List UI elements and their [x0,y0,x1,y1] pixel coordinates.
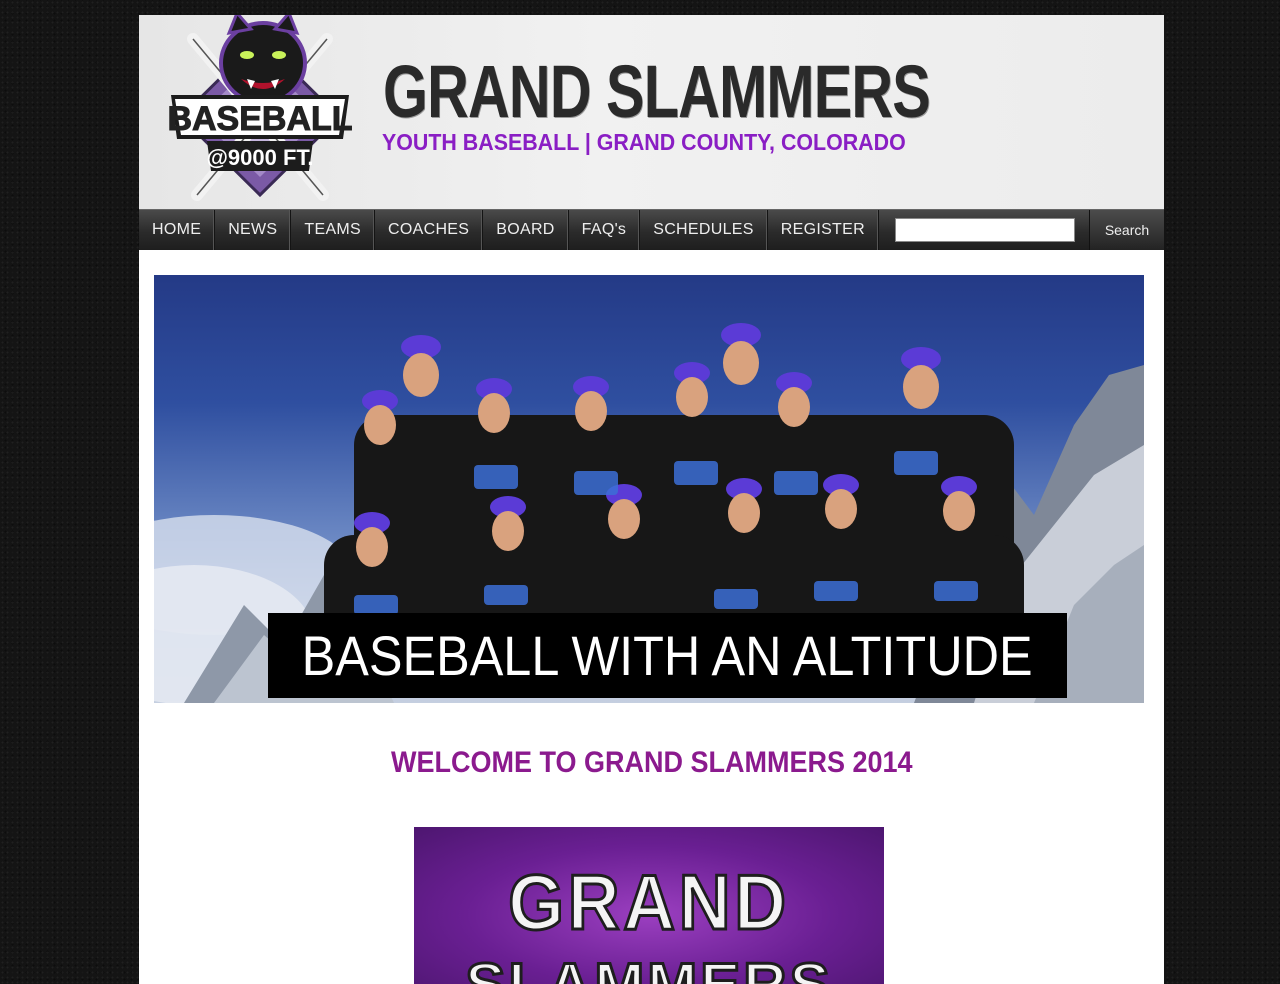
site-header: BASEBALL @9000 FT. GRAND SLAMMERS YOUTH … [139,15,1164,209]
nav-menu: HOME NEWS TEAMS COACHES BOARD FAQ's SCHE… [139,210,879,250]
nav-item-faqs[interactable]: FAQ's [569,210,641,250]
site-logo[interactable]: BASEBALL @9000 FT. [163,15,357,203]
welcome-heading: WELCOME TO GRAND SLAMMERS 2014 [139,746,1164,780]
welcome-heading-text: WELCOME TO GRAND SLAMMERS 2014 [390,746,913,779]
nav-item-home[interactable]: HOME [139,210,216,250]
promo-line-1-text: GRAND [507,858,790,946]
grand-slammers-promo-image: GRAND SLAMMERS [414,827,884,984]
main-navigation: HOME NEWS TEAMS COACHES BOARD FAQ's SCHE… [139,209,1164,250]
logo-top-text: BASEBALL [167,100,352,138]
site-tagline: YOUTH BASEBALL | GRAND COUNTY, COLORADO [382,129,906,155]
nav-item-news[interactable]: NEWS [215,210,292,250]
search-button[interactable]: Search [1089,210,1164,250]
nav-item-teams[interactable]: TEAMS [291,210,376,250]
nav-item-board[interactable]: BOARD [483,210,569,250]
hero-banner: BASEBALL WITH AN ALTITUDE [154,275,1144,703]
promo-line-2: SLAMMERS [414,953,884,984]
hero-caption-box: BASEBALL WITH AN ALTITUDE [268,613,1067,698]
page-container: BASEBALL @9000 FT. GRAND SLAMMERS YOUTH … [139,15,1164,984]
nav-item-schedules[interactable]: SCHEDULES [640,210,768,250]
nav-item-register[interactable]: REGISTER [768,210,879,250]
logo-bottom-text: @9000 FT. [206,145,313,170]
promo-line-1: GRAND [414,858,884,946]
hero-caption: BASEBALL WITH AN ALTITUDE [302,624,1033,687]
nav-item-coaches[interactable]: COACHES [375,210,484,250]
baseball-logo-icon: BASEBALL @9000 FT. [167,15,353,201]
site-title: GRAND SLAMMERS [383,50,931,133]
search-input[interactable] [895,218,1075,242]
